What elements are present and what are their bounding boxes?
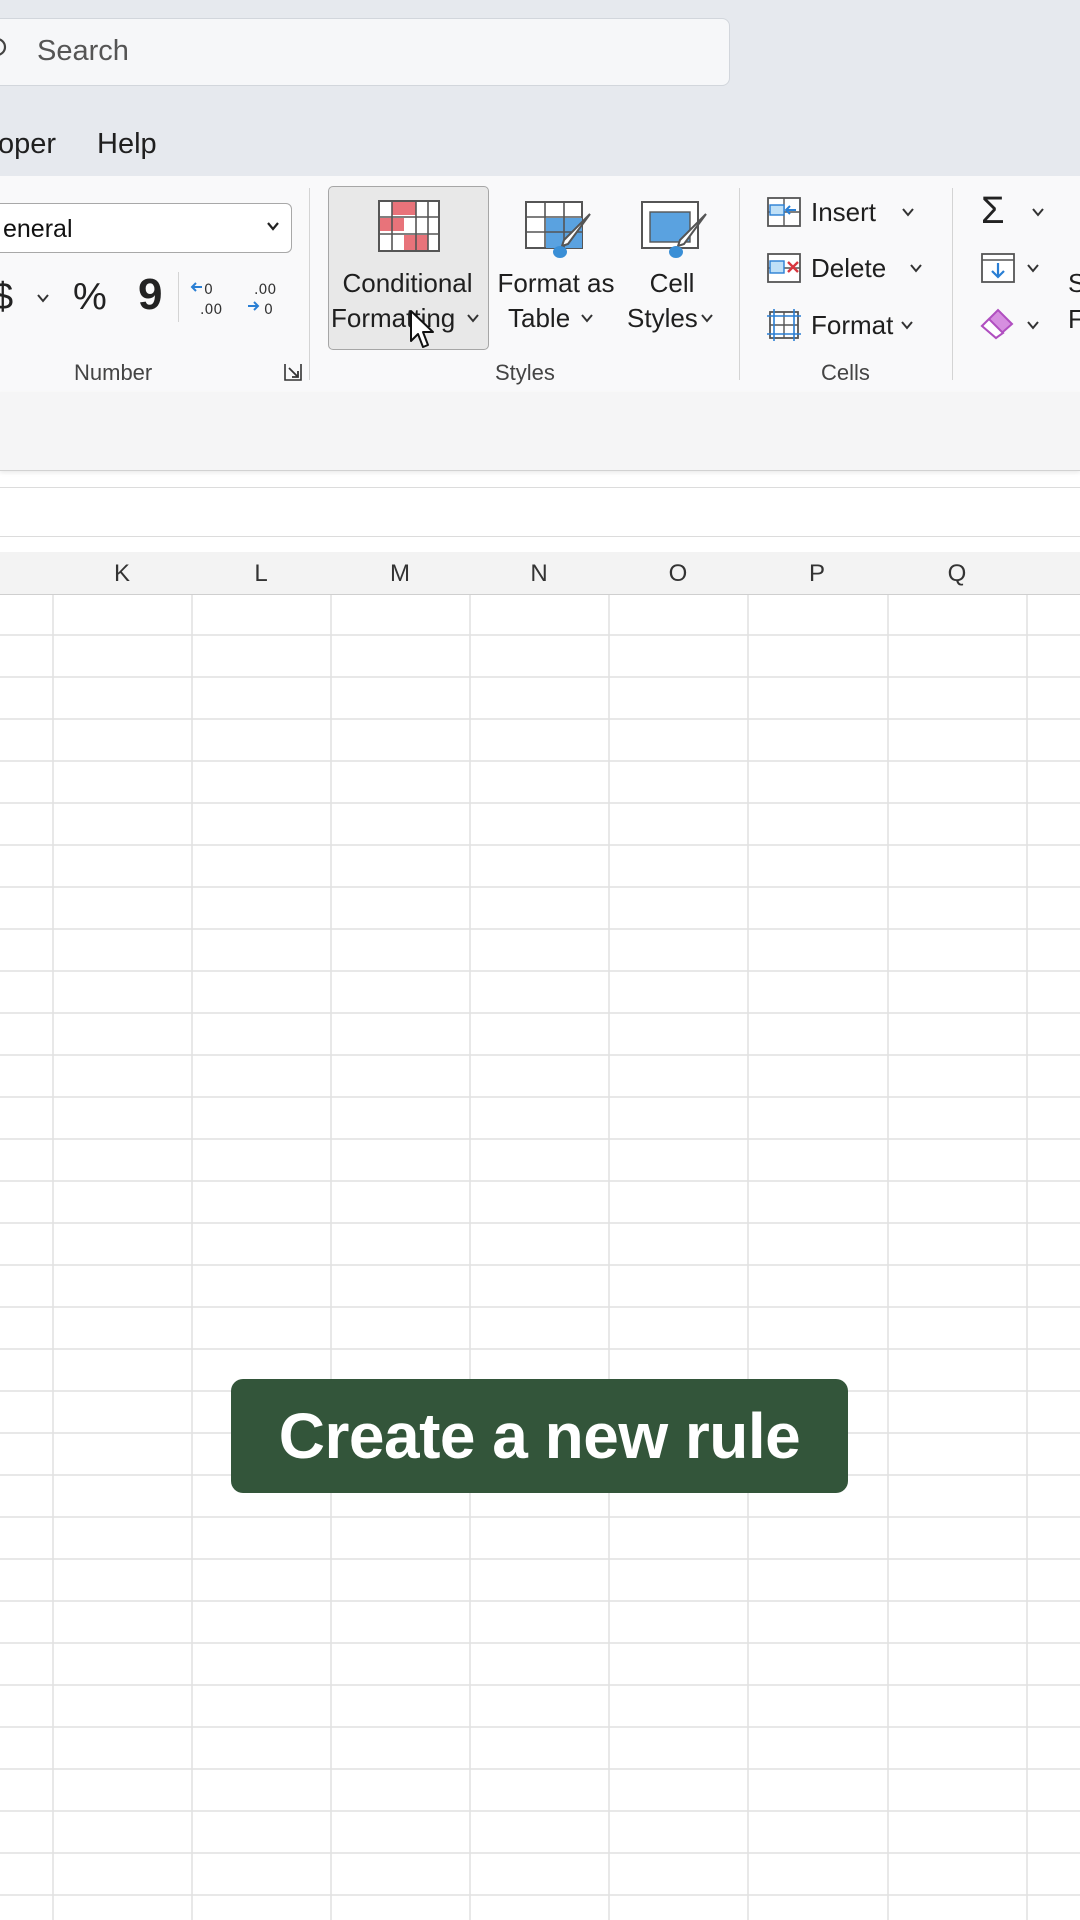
chevron-down-icon xyxy=(910,264,922,273)
chevron-down-icon xyxy=(267,222,279,231)
number-format-value: eneral xyxy=(3,215,73,243)
autosum-button[interactable]: Σ xyxy=(981,190,1005,233)
number-format-dropdown[interactable]: eneral xyxy=(0,203,292,253)
chevron-down-icon xyxy=(1032,208,1044,217)
separator xyxy=(178,272,179,322)
group-label-number: Number xyxy=(74,360,153,385)
svg-text:.00: .00 xyxy=(254,282,276,298)
search-placeholder: Search xyxy=(37,35,129,67)
column-header-row: K L M N O P Q xyxy=(0,552,1080,596)
group-label-styles: Styles xyxy=(495,360,555,385)
sort-filter-label-cut[interactable]: S xyxy=(1068,268,1080,299)
group-label-cells: Cells xyxy=(821,360,870,385)
dialog-launcher-icon[interactable] xyxy=(283,362,303,382)
format-button[interactable]: Format xyxy=(811,310,893,341)
column-header-l[interactable]: L xyxy=(192,560,330,588)
chevron-down-icon xyxy=(581,314,593,323)
find-select-label-cut[interactable]: F xyxy=(1068,304,1080,335)
chevron-down-icon xyxy=(902,208,914,217)
column-header-q[interactable]: Q xyxy=(888,560,1026,588)
column-header-p[interactable]: P xyxy=(748,560,886,588)
clear-eraser-icon[interactable] xyxy=(978,306,1016,340)
chevron-down-icon xyxy=(467,314,479,323)
svg-text:.00: .00 xyxy=(200,302,222,318)
caption-overlay: Create a new rule xyxy=(231,1379,848,1493)
chevron-down-icon xyxy=(1027,321,1039,330)
insert-cells-icon xyxy=(767,197,801,227)
search-box[interactable]: Search xyxy=(0,18,730,86)
column-header-m[interactable]: M xyxy=(331,560,469,588)
formula-bar[interactable] xyxy=(0,487,1080,537)
svg-text:0: 0 xyxy=(204,282,213,298)
group-separator xyxy=(952,188,953,380)
search-icon xyxy=(0,38,7,56)
column-header-o[interactable]: O xyxy=(609,560,747,588)
chevron-down-icon xyxy=(701,314,713,323)
delete-button[interactable]: Delete xyxy=(811,253,886,284)
cell-styles-label-2[interactable]: Styles xyxy=(627,301,707,335)
conditional-formatting-label-2: Formatting xyxy=(331,303,456,333)
percent-style-button[interactable]: % xyxy=(73,276,107,319)
cell-styles-label-1[interactable]: Cell xyxy=(632,266,712,300)
cell-styles-icon xyxy=(641,201,707,258)
insert-button[interactable]: Insert xyxy=(811,197,876,228)
delete-cells-icon xyxy=(767,253,801,283)
column-header-n[interactable]: N xyxy=(470,560,608,588)
group-separator xyxy=(309,188,310,380)
decrease-decimal-icon[interactable]: .00 0 xyxy=(246,280,286,318)
chevron-down-icon xyxy=(1027,264,1039,273)
format-as-table-icon xyxy=(525,201,591,258)
chevron-down-icon xyxy=(901,321,913,330)
spreadsheet-grid[interactable] xyxy=(0,595,1080,1920)
menu-bar xyxy=(0,110,1080,180)
comma-style-button[interactable]: 9 xyxy=(138,270,162,320)
format-as-table-label-2[interactable]: Table xyxy=(508,301,588,335)
accounting-format-button[interactable]: $ xyxy=(0,276,13,319)
menu-item-help[interactable]: Help xyxy=(97,128,157,161)
format-as-table-label-1[interactable]: Format as xyxy=(496,266,616,300)
chevron-down-icon xyxy=(37,294,49,303)
fill-down-icon[interactable] xyxy=(980,252,1016,284)
column-header-k[interactable]: K xyxy=(53,560,191,588)
ribbon-collapsed-area xyxy=(0,392,1080,471)
conditional-formatting-icon xyxy=(378,200,440,252)
format-cells-icon xyxy=(767,309,801,341)
conditional-formatting-label-1: Conditional xyxy=(342,268,473,298)
mouse-cursor-icon xyxy=(410,310,434,348)
svg-text:0: 0 xyxy=(264,302,273,318)
group-separator xyxy=(739,188,740,380)
menu-item-developer[interactable]: oper xyxy=(0,128,56,161)
increase-decimal-icon[interactable]: 0 .00 xyxy=(190,280,230,318)
